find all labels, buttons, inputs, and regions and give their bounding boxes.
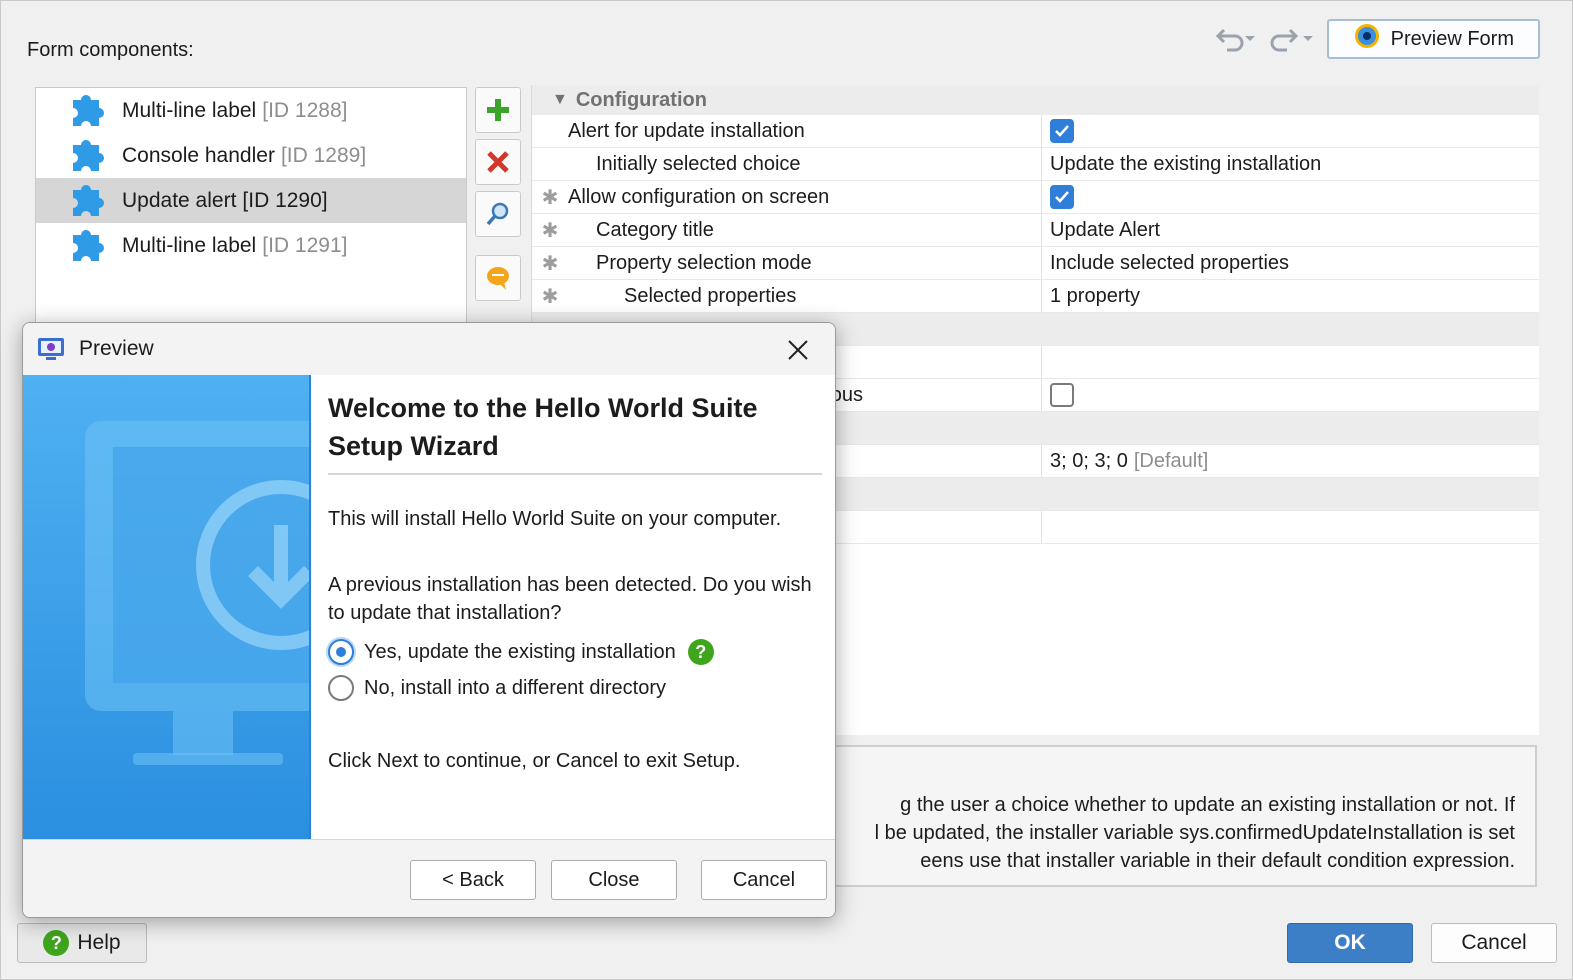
property-row[interactable]: ✱ Category title Update Alert bbox=[532, 214, 1539, 247]
radio-option-yes[interactable]: Yes, update the existing installation ? bbox=[328, 639, 714, 665]
component-id: [ID 1291] bbox=[262, 233, 348, 257]
preview-form-label: Preview Form bbox=[1390, 27, 1514, 50]
monitor-download-icon bbox=[85, 421, 309, 765]
property-row[interactable]: ✱ Selected properties 1 property bbox=[532, 280, 1539, 313]
undo-icon[interactable] bbox=[1211, 19, 1255, 59]
radio-label: Yes, update the existing installation bbox=[364, 640, 676, 663]
redo-icon[interactable] bbox=[1269, 19, 1313, 59]
default-marker: [Default] bbox=[1133, 449, 1209, 472]
property-value[interactable]: Update the existing installation bbox=[1050, 153, 1321, 176]
list-item[interactable]: Console handler [ID 1289] bbox=[36, 133, 466, 178]
property-row[interactable]: Alert for update installation bbox=[532, 115, 1539, 148]
plus-icon bbox=[487, 99, 509, 121]
close-icon[interactable] bbox=[783, 335, 813, 365]
back-button[interactable]: < Back bbox=[410, 860, 536, 900]
asterisk-icon: ✱ bbox=[541, 219, 559, 242]
property-name: Alert for update installation bbox=[568, 119, 805, 142]
checkbox-checked[interactable] bbox=[1050, 185, 1074, 209]
radio-label: No, install into a different directory bbox=[364, 676, 667, 699]
property-name: Property selection mode bbox=[596, 251, 812, 274]
comment-icon bbox=[487, 267, 509, 290]
cancel-button[interactable]: Cancel bbox=[1431, 923, 1557, 963]
top-toolbar: Preview Form bbox=[1211, 19, 1540, 59]
wizard-question: A previous installation has been detecte… bbox=[328, 574, 812, 624]
property-row[interactable]: ✱ Property selection mode Include select… bbox=[532, 247, 1539, 280]
puzzle-piece-icon bbox=[64, 136, 110, 176]
property-value[interactable]: 3; 0; 3; 0 bbox=[1050, 450, 1128, 473]
component-id: [ID 1288] bbox=[262, 98, 348, 122]
ok-button[interactable]: OK bbox=[1287, 923, 1413, 963]
puzzle-piece-icon bbox=[64, 91, 110, 131]
cancel-wizard-button[interactable]: Cancel bbox=[701, 860, 827, 900]
property-value[interactable]: Update Alert bbox=[1050, 219, 1160, 242]
property-row[interactable]: Initially selected choice Update the exi… bbox=[532, 148, 1539, 181]
radio-unselected[interactable] bbox=[328, 675, 354, 701]
list-item[interactable]: Multi-line label [ID 1288] bbox=[36, 88, 466, 133]
asterisk-icon: ✱ bbox=[541, 285, 559, 308]
wizard-banner bbox=[23, 375, 311, 839]
list-item-selected[interactable]: Update alert [ID 1290] bbox=[36, 178, 466, 223]
puzzle-piece-icon bbox=[64, 181, 110, 221]
asterisk-icon: ✱ bbox=[541, 186, 559, 209]
property-value[interactable]: Include selected properties bbox=[1050, 252, 1289, 275]
close-button[interactable]: Close bbox=[551, 860, 677, 900]
delete-component-button[interactable] bbox=[475, 139, 521, 185]
wizard-button-bar: < Back Close Cancel bbox=[23, 839, 835, 917]
component-actions bbox=[475, 87, 521, 307]
radio-selected[interactable] bbox=[328, 639, 354, 665]
divider bbox=[328, 473, 822, 475]
wizard-heading: Welcome to the Hello World Suite Setup W… bbox=[328, 393, 758, 461]
help-question-icon[interactable]: ? bbox=[687, 639, 714, 665]
preview-form-button[interactable]: Preview Form bbox=[1326, 19, 1540, 59]
component-id: [ID 1289] bbox=[280, 143, 367, 167]
property-name: Initially selected choice bbox=[596, 152, 801, 175]
property-name: Selected properties bbox=[624, 284, 797, 307]
preview-dialog: Preview Welcome to the Hello World Suite… bbox=[22, 322, 836, 918]
component-name: Multi-line label bbox=[122, 233, 257, 257]
component-id: [ID 1290] bbox=[242, 188, 328, 212]
eye-icon bbox=[1353, 22, 1381, 56]
collapse-triangle-icon[interactable]: ▼ bbox=[552, 91, 568, 109]
installer-app-icon bbox=[37, 337, 65, 361]
comment-component-button[interactable] bbox=[475, 255, 521, 301]
property-name: Category title bbox=[596, 218, 714, 241]
add-component-button[interactable] bbox=[475, 87, 521, 133]
checkbox-checked[interactable] bbox=[1050, 119, 1074, 143]
wizard-footer-text: Click Next to continue, or Cancel to exi… bbox=[328, 750, 741, 772]
asterisk-icon: ✱ bbox=[541, 252, 559, 275]
wizard-content: Welcome to the Hello World Suite Setup W… bbox=[328, 375, 822, 839]
list-item[interactable]: Multi-line label [ID 1291] bbox=[36, 223, 466, 268]
preview-title: Preview bbox=[79, 337, 154, 360]
property-row[interactable]: ✱ Allow configuration on screen bbox=[532, 181, 1539, 214]
wizard-intro: This will install Hello World Suite on y… bbox=[328, 508, 782, 530]
checkbox-unchecked[interactable] bbox=[1050, 383, 1074, 407]
radio-option-no[interactable]: No, install into a different directory bbox=[328, 675, 666, 701]
property-value[interactable]: 1 property bbox=[1050, 285, 1140, 308]
magnifier-icon bbox=[486, 202, 509, 226]
properties-section-header[interactable]: ▼ Configuration bbox=[532, 85, 1539, 115]
property-name: Allow configuration on screen bbox=[568, 185, 830, 208]
form-components-label: Form components: bbox=[27, 39, 194, 61]
component-name: Multi-line label bbox=[122, 98, 257, 122]
help-button[interactable]: ? Help bbox=[17, 923, 147, 963]
delete-x-icon bbox=[487, 151, 509, 173]
section-title: Configuration bbox=[575, 88, 707, 111]
component-name: Update alert bbox=[122, 188, 237, 212]
help-question-icon: ? bbox=[43, 930, 70, 956]
puzzle-piece-icon bbox=[64, 226, 110, 266]
component-name: Console handler bbox=[122, 143, 275, 167]
help-label: Help bbox=[77, 931, 121, 954]
preview-titlebar: Preview bbox=[23, 323, 835, 375]
search-component-button[interactable] bbox=[475, 191, 521, 237]
